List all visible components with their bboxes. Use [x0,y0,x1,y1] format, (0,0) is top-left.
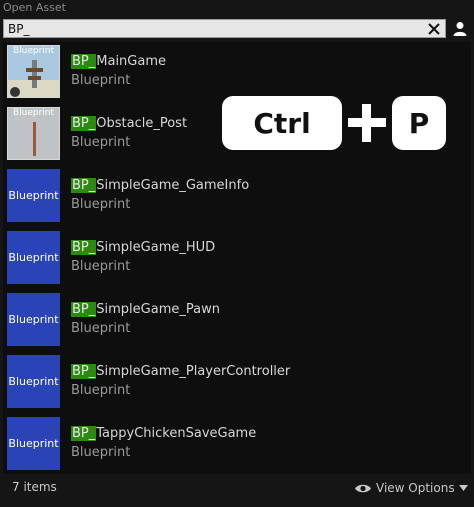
view-options-button[interactable]: View Options [354,479,468,497]
clear-search-button[interactable] [426,20,442,37]
thumbnail-label: Blueprint [8,189,59,202]
plus-icon [342,96,392,150]
asset-row-pawn[interactable]: Blueprint BP_SimpleGame_Pawn Blueprint [3,290,471,352]
key-ctrl: Ctrl [222,96,342,150]
asset-name-rest: SimpleGame_GameInfo [96,178,250,193]
asset-row-main-game[interactable]: Blueprint BP_MainGame Blueprint [3,42,471,104]
asset-type: Blueprint [71,73,131,88]
asset-thumbnail: Blueprint [7,355,60,408]
asset-name-rest: TappyChickenSaveGame [96,426,257,441]
asset-thumbnail: Blueprint [7,169,60,222]
close-icon [428,22,440,35]
asset-name: BP_MainGame [71,54,166,69]
asset-name: BP_SimpleGame_Pawn [71,302,220,317]
asset-row-player-controller[interactable]: Blueprint BP_SimpleGame_PlayerController… [3,352,471,414]
asset-name-rest: SimpleGame_HUD [96,240,216,255]
thumbnail-label: Blueprint [12,46,55,56]
asset-type: Blueprint [71,445,131,460]
asset-thumbnail: Blueprint [7,107,60,160]
asset-type: Blueprint [71,321,131,336]
search-match: BP_ [71,54,97,69]
view-options-label: View Options [376,481,455,495]
search-match: BP_ [71,426,97,441]
asset-row-gameinfo[interactable]: Blueprint BP_SimpleGame_GameInfo Bluepri… [3,166,471,228]
asset-thumbnail: Blueprint [7,293,60,346]
asset-thumbnail: Blueprint [7,45,60,98]
thumbnail-label: Blueprint [8,437,59,450]
asset-row-hud[interactable]: Blueprint BP_SimpleGame_HUD Blueprint [3,228,471,290]
asset-type: Blueprint [71,259,131,274]
thumbnail-label: Blueprint [8,313,59,326]
search-box[interactable] [3,19,446,38]
asset-name: BP_SimpleGame_GameInfo [71,178,249,193]
asset-thumbnail: Blueprint [7,417,60,470]
search-input[interactable] [4,20,414,37]
asset-name-rest: MainGame [96,54,167,69]
item-count: 7 items [12,480,57,494]
asset-name: BP_Obstacle_Post [71,116,187,131]
asset-name-rest: Obstacle_Post [96,116,188,131]
caret-down-icon [458,485,468,491]
panel-title: Open Asset [3,1,66,14]
thumbnail-label: Blueprint [8,375,59,388]
user-filter-button[interactable] [451,20,469,37]
thumbnail-label: Blueprint [12,108,55,118]
asset-type: Blueprint [71,135,131,150]
asset-type: Blueprint [71,383,131,398]
asset-row-save-game[interactable]: Blueprint BP_TappyChickenSaveGame Bluepr… [3,414,471,476]
thumbnail-label: Blueprint [8,251,59,264]
user-icon [453,22,467,36]
asset-name-rest: SimpleGame_PlayerController [96,364,291,379]
asset-thumbnail: Blueprint [7,231,60,284]
key-p: P [392,96,446,150]
asset-name: BP_SimpleGame_HUD [71,240,215,255]
asset-name: BP_SimpleGame_PlayerController [71,364,290,379]
search-match: BP_ [71,178,97,193]
shortcut-overlay: Ctrl P [222,96,446,150]
eye-icon [355,484,371,492]
asset-name: BP_TappyChickenSaveGame [71,426,256,441]
search-match: BP_ [71,240,97,255]
search-match: BP_ [71,116,97,131]
search-match: BP_ [71,302,97,317]
asset-name-rest: SimpleGame_Pawn [96,302,220,317]
search-match: BP_ [71,364,97,379]
asset-type: Blueprint [71,197,131,212]
